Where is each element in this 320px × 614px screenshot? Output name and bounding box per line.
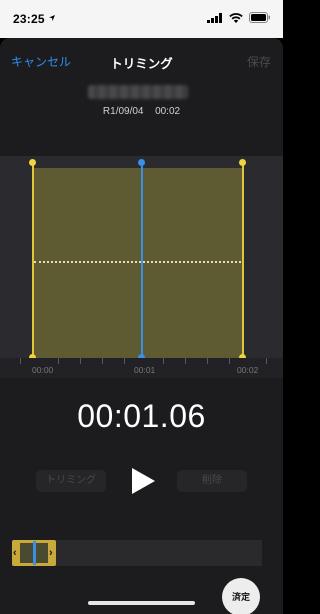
status-bar: 23:25 bbox=[0, 0, 283, 38]
recording-info: R1/09/04 00:02 bbox=[0, 106, 283, 117]
play-icon bbox=[132, 468, 155, 494]
home-indicator[interactable] bbox=[88, 601, 195, 605]
chevron-right-icon: › bbox=[49, 547, 53, 559]
ruler-tick bbox=[229, 358, 230, 364]
ruler-tick bbox=[102, 358, 103, 364]
overview-playhead bbox=[33, 541, 36, 565]
status-icons bbox=[207, 12, 271, 23]
trim-end-handle-top-knob[interactable] bbox=[239, 159, 246, 166]
trim-start-handle-top-knob[interactable] bbox=[29, 159, 36, 166]
timeline-label-0: 00:00 bbox=[32, 365, 54, 375]
waveform-area[interactable] bbox=[0, 156, 283, 361]
ruler-tick bbox=[58, 358, 59, 364]
timeline-label-2: 00:02 bbox=[237, 365, 259, 375]
ruler-tick bbox=[163, 358, 164, 364]
playhead[interactable] bbox=[141, 166, 143, 358]
trim-button[interactable]: トリミング bbox=[36, 470, 106, 492]
wifi-icon bbox=[229, 12, 243, 23]
recording-duration: 00:02 bbox=[155, 106, 181, 117]
ruler-tick bbox=[266, 358, 267, 364]
cellular-signal-icon bbox=[207, 12, 222, 23]
delete-button[interactable]: 削除 bbox=[177, 470, 247, 492]
ruler-tick bbox=[20, 358, 21, 364]
watermark-text: 済定 bbox=[231, 592, 250, 602]
page-title: トリミング bbox=[110, 57, 173, 71]
ruler-tick bbox=[80, 358, 81, 364]
elapsed-time: 00:01.06 bbox=[77, 398, 206, 434]
location-arrow-icon bbox=[49, 15, 55, 21]
playhead-top-knob[interactable] bbox=[138, 159, 145, 166]
watermark-logo: 済定 bbox=[222, 578, 260, 614]
recording-date: R1/09/04 bbox=[102, 106, 144, 117]
recording-name-blurred bbox=[88, 85, 188, 99]
trim-end-handle[interactable] bbox=[242, 161, 244, 357]
trim-selection bbox=[32, 168, 243, 358]
overview-scrubber[interactable]: ‹ › bbox=[12, 540, 262, 566]
navigation-bar: キャンセル トリミング 保存 bbox=[0, 38, 283, 82]
waveform bbox=[34, 261, 241, 263]
timeline-label-1: 00:01 bbox=[134, 365, 156, 375]
ruler-tick bbox=[207, 358, 208, 364]
ruler-tick bbox=[185, 358, 186, 364]
chevron-left-icon: ‹ bbox=[13, 547, 17, 559]
save-button[interactable]: 保存 bbox=[247, 53, 271, 70]
trim-start-handle[interactable] bbox=[32, 161, 34, 357]
status-time: 23:25 bbox=[13, 12, 45, 26]
overview-selection-window[interactable]: ‹ › bbox=[12, 540, 56, 566]
ruler-tick bbox=[124, 358, 125, 364]
play-button[interactable] bbox=[128, 466, 158, 496]
trim-sheet: キャンセル トリミング 保存 R1/09/04 00:02 00:00 00:0… bbox=[0, 38, 283, 614]
battery-icon bbox=[249, 12, 270, 23]
